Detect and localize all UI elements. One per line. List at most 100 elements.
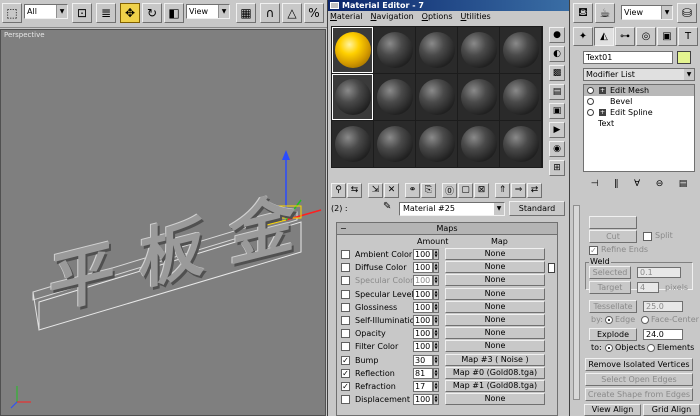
put-to-library-icon[interactable]: ⎘ [421, 182, 436, 198]
map-slot-button[interactable]: None [445, 327, 545, 340]
map-amount-field[interactable]: 30 [413, 354, 433, 366]
background-icon[interactable]: ▩ [549, 65, 565, 81]
map-enable-checkbox[interactable]: ✓ [341, 381, 350, 391]
edge-radio[interactable] [605, 316, 613, 324]
objects-radio[interactable] [605, 344, 613, 352]
show-end-result-icon[interactable]: ‖ [614, 179, 619, 189]
map-enable-checkbox[interactable] [341, 289, 350, 299]
menu-material[interactable]: Material [330, 11, 363, 23]
menu-utilities[interactable]: Utilities [461, 11, 491, 23]
sample-type-icon[interactable]: ● [549, 27, 565, 43]
modifier-list-dropdown[interactable]: Modifier List ▼ [583, 68, 695, 81]
modifier-stack-item[interactable]: Text [584, 118, 694, 129]
configure-sets-icon[interactable]: ▤ [679, 179, 688, 189]
remove-modifier-icon[interactable]: ⊖ [656, 179, 664, 189]
map-amount-field[interactable]: 100 [413, 301, 433, 313]
amount-spinner-icon[interactable]: ▲ ▼ [433, 328, 439, 340]
material-id-icon[interactable]: ⓪ [442, 182, 457, 198]
go-to-parent-icon[interactable]: ⇑ [495, 182, 510, 198]
map-amount-field[interactable]: 100 [413, 275, 433, 287]
map-enable-checkbox[interactable] [341, 276, 350, 286]
amount-spinner-icon[interactable]: ▲ ▼ [433, 394, 439, 406]
reset-map-icon[interactable]: ✕ [384, 182, 399, 198]
sample-slot[interactable] [458, 27, 499, 73]
create-shape-from-edges-button[interactable]: Create Shape from Edges [585, 388, 693, 401]
map-enable-checkbox[interactable] [341, 315, 350, 325]
put-to-scene-icon[interactable]: ⇆ [347, 182, 362, 198]
selection-filter-dropdown[interactable]: All ▼ [24, 4, 68, 19]
make-preview-icon[interactable]: ▶ [549, 122, 565, 138]
map-slot-button[interactable]: Map #0 (Gold08.tga) [445, 366, 545, 379]
modifier-stack-item[interactable]: Bevel [584, 96, 694, 107]
lightbulb-icon[interactable] [587, 109, 594, 116]
amount-spinner-icon[interactable]: ▲ ▼ [433, 275, 439, 287]
sample-slot[interactable] [374, 27, 415, 73]
render-last-icon[interactable]: ⛁ [677, 3, 697, 23]
map-slot-button[interactable]: None [445, 287, 545, 300]
split-checkbox[interactable] [643, 232, 652, 241]
select-region-icon[interactable]: ⬚ [2, 3, 22, 23]
utilities-tab-icon[interactable]: T [678, 27, 698, 46]
tessellate-tension-field[interactable]: 25.0 [643, 301, 683, 312]
pick-material-icon[interactable]: ✎ [383, 201, 391, 212]
map-slot-button[interactable]: None [445, 261, 545, 274]
amount-spinner-icon[interactable]: ▲ ▼ [433, 249, 439, 260]
explode-button[interactable]: Explode [589, 328, 637, 341]
explode-angle-field[interactable]: 24.0 [643, 329, 683, 340]
map-slot-button[interactable]: Map #1 (Gold08.tga) [445, 379, 545, 392]
sample-slot[interactable] [458, 74, 499, 120]
amount-spinner-icon[interactable]: ▲ ▼ [433, 341, 439, 353]
map-slot-button[interactable]: None [445, 248, 545, 260]
modify-tab-icon[interactable]: ◭ [594, 27, 614, 46]
map-amount-field[interactable]: 17 [413, 380, 433, 392]
material-type-button[interactable]: Standard [509, 201, 565, 216]
select-open-edges-button[interactable]: Select Open Edges [585, 373, 693, 386]
map-amount-field[interactable]: 100 [413, 328, 433, 340]
object-color-swatch[interactable] [677, 51, 691, 64]
make-unique-icon[interactable]: ∀ [634, 179, 640, 189]
assign-material-icon[interactable]: ⇲ [368, 182, 383, 198]
lightbulb-icon[interactable] [587, 98, 594, 105]
amount-spinner-icon[interactable]: ▲ ▼ [433, 367, 439, 379]
text-object-glyph[interactable]: 平 [49, 230, 115, 324]
angle-snap-icon[interactable]: △ [282, 3, 302, 23]
make-unique-icon[interactable]: ⚭ [405, 182, 420, 198]
modifier-stack-item[interactable]: + Edit Spline [584, 107, 694, 118]
sample-slot[interactable] [500, 121, 541, 167]
sample-slot[interactable] [416, 27, 457, 73]
map-amount-field[interactable]: 81 [413, 367, 433, 379]
map-slot-button[interactable]: None [445, 313, 545, 326]
display-tab-icon[interactable]: ▣ [657, 27, 677, 46]
select-object-icon[interactable]: ⊡ [72, 3, 92, 23]
sample-slot[interactable] [416, 121, 457, 167]
select-by-material-icon[interactable]: ⊞ [549, 160, 565, 176]
weld-threshold-field[interactable]: 0.1 [637, 267, 681, 278]
map-amount-field[interactable]: 100 [413, 249, 433, 260]
sample-slot[interactable] [500, 74, 541, 120]
maps-scroll-handle[interactable] [548, 263, 555, 273]
map-slot-button[interactable]: None [445, 274, 545, 287]
refine-ends-checkbox[interactable]: ✓ [589, 246, 598, 255]
pin-stack-icon[interactable]: ⊣ [591, 179, 599, 189]
map-slot-button[interactable]: None [445, 393, 545, 406]
view-align-button[interactable]: View Align [584, 404, 641, 416]
map-amount-field[interactable]: 100 [413, 314, 433, 326]
tessellate-button[interactable]: Tessellate [589, 300, 637, 313]
video-check-icon[interactable]: ▣ [549, 103, 565, 119]
get-material-icon[interactable]: ⚲ [331, 182, 346, 198]
sample-slot[interactable] [458, 121, 499, 167]
map-enable-checkbox[interactable]: ✓ [341, 355, 350, 365]
teapot-render-icon[interactable]: ⛾ [573, 3, 593, 23]
map-amount-field[interactable]: 100 [413, 262, 433, 274]
elements-radio[interactable] [647, 344, 655, 352]
backlight-icon[interactable]: ◐ [549, 46, 565, 62]
material-editor-titlebar[interactable]: Material Editor - 7 [328, 0, 569, 11]
map-enable-checkbox[interactable] [341, 329, 350, 339]
pivot-center-icon[interactable]: ▦ [236, 3, 256, 23]
weld-target-field[interactable]: 4 [637, 282, 659, 293]
amount-spinner-icon[interactable]: ▲ ▼ [433, 288, 439, 300]
amount-spinner-icon[interactable]: ▲ ▼ [433, 314, 439, 326]
map-enable-checkbox[interactable] [341, 250, 350, 259]
map-amount-field[interactable]: 100 [413, 394, 433, 406]
cut-button[interactable]: Cut [589, 230, 637, 243]
